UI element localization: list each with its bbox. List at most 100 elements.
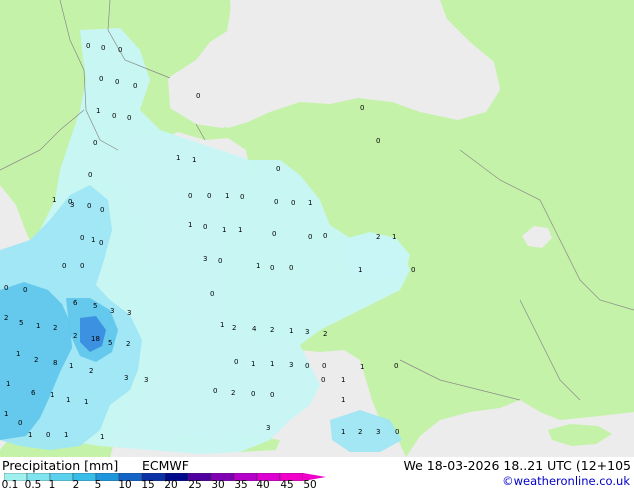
scale-tick-label: 0.5: [24, 479, 42, 491]
precip-value-label: 1: [64, 431, 68, 439]
scale-tick-label: 30: [211, 479, 225, 491]
precip-value-label: 0: [62, 262, 66, 270]
precip-value-label: 1: [341, 376, 345, 384]
precip-value-label: 1: [100, 433, 104, 441]
precip-value-label: 0: [188, 192, 192, 200]
precip-value-label: 0: [99, 75, 103, 83]
precip-value-label: 1: [66, 396, 70, 404]
precip-value-label: 1: [4, 410, 8, 418]
precip-value-label: 0: [80, 262, 84, 270]
precip-value-label: 1: [69, 362, 73, 370]
precip-value-label: 3: [305, 328, 309, 336]
precip-value-label: 1: [28, 431, 32, 439]
precip-value-label: 0: [80, 234, 84, 242]
precip-value-label: 3: [110, 307, 114, 315]
precip-value-label: 8: [53, 359, 57, 367]
credit-link[interactable]: ©weatheronline.co.uk: [502, 474, 630, 488]
precip-value-label: 1: [52, 196, 56, 204]
precip-value-label: 0: [308, 233, 312, 241]
precip-value-label: 0: [213, 387, 217, 395]
precip-value-label: 0: [93, 139, 97, 147]
precip-value-label: 2: [53, 324, 57, 332]
precip-value-label: 0: [133, 82, 137, 90]
scale-tick-label: 45: [280, 479, 294, 491]
validity-time: We 18-03-2026 18..21 UTC (12+105: [403, 458, 631, 473]
precip-value-label: 1: [360, 363, 364, 371]
precip-value-label: 0: [118, 46, 122, 54]
precip-value-label: 0: [270, 264, 274, 272]
precip-value-label: 1: [36, 322, 40, 330]
precip-value-label: 0: [305, 362, 309, 370]
precip-value-label: 5: [93, 302, 97, 310]
precip-value-label: 1: [289, 327, 293, 335]
precip-value-label: 2: [270, 326, 274, 334]
precip-value-label: 2: [126, 340, 130, 348]
precip-value-label: 0: [207, 192, 211, 200]
precip-value-label: 0: [240, 193, 244, 201]
precip-value-label: 0: [360, 104, 364, 112]
legend-title: Precipitation [mm]: [2, 458, 119, 473]
precipitation-map[interactable]: 0000000100011000130000100011011000210100…: [0, 0, 634, 457]
precip-value-label: 1: [6, 380, 10, 388]
precip-value-label: 0: [272, 230, 276, 238]
precip-value-label: 0: [127, 114, 131, 122]
precip-value-label: 1: [96, 107, 100, 115]
precip-value-label: 5: [108, 339, 112, 347]
scale-tick-label: 10: [118, 479, 132, 491]
precip-value-label: 0: [196, 92, 200, 100]
scale-tick-label: 1: [48, 479, 56, 491]
precip-value-label: 0: [112, 112, 116, 120]
precip-value-label: 1: [392, 233, 396, 241]
precip-value-label: 18: [91, 335, 100, 343]
precip-value-label: 0: [100, 206, 104, 214]
scale-ticks: 0.1 0.5 1 2 5 10 15 20 25 30 35 40 45 50: [0, 479, 330, 491]
scale-tick-label: 20: [164, 479, 178, 491]
precip-value-label: 0: [46, 431, 50, 439]
precip-value-label: 1: [50, 391, 54, 399]
precip-value-label: 1: [308, 199, 312, 207]
precip-value-label: 0: [87, 202, 91, 210]
precip-value-label: 6: [31, 389, 36, 397]
precip-value-label: 0: [274, 198, 278, 206]
precip-value-label: 4: [252, 325, 257, 333]
precip-value-label: 0: [18, 419, 22, 427]
precip-value-label: 2: [34, 356, 38, 364]
precip-value-label: 0: [203, 223, 207, 231]
precip-value-label: 3: [266, 424, 270, 432]
legend-bar: Precipitation [mm] ECMWF We 18-03-2026 1…: [0, 457, 634, 491]
precip-value-label: 0: [289, 264, 293, 272]
precip-value-label: 1: [256, 262, 260, 270]
precip-value-label: 3: [144, 376, 148, 384]
scale-tick-label: 15: [141, 479, 155, 491]
precip-value-label: 1: [222, 226, 226, 234]
value-labels-layer: 0 0 00 0 0010 001 100013 0 00 0 1 00 0 11 0 1 1 0 0 0 2 10 1 00…: [4, 42, 415, 441]
precip-value-label: 1: [91, 236, 95, 244]
precip-value-label: 0: [322, 362, 326, 370]
precip-value-label: 1: [84, 398, 88, 406]
precip-value-label: 1: [341, 428, 345, 436]
scale-tick-label: 0.1: [1, 479, 19, 491]
precip-value-label: 0: [4, 284, 8, 292]
precip-value-label: 0: [376, 137, 380, 145]
precip-value-label: 2: [4, 314, 8, 322]
precip-value-label: 0: [86, 42, 90, 50]
precip-value-label: 1: [176, 154, 180, 162]
precip-value-label: 0: [99, 239, 103, 247]
precip-value-label: 1: [238, 226, 242, 234]
precip-value-label: 0: [218, 257, 222, 265]
precip-value-label: 1: [251, 360, 255, 368]
scale-tick-label: 50: [303, 479, 317, 491]
precip-value-label: 1: [225, 192, 229, 200]
precip-value-label: 3: [289, 361, 293, 369]
precip-value-label: 6: [73, 299, 78, 307]
precip-value-label: 1: [341, 396, 345, 404]
scale-tick-label: 25: [188, 479, 202, 491]
precip-value-label: 3: [70, 201, 74, 209]
precip-value-label: 0: [23, 286, 27, 294]
scale-tick-label: 5: [94, 479, 102, 491]
precip-value-label: 0: [411, 266, 415, 274]
precip-value-label: 0: [323, 232, 327, 240]
precip-value-label: 0: [394, 362, 398, 370]
precip-value-label: 1: [16, 350, 20, 358]
precip-value-label: 0: [234, 358, 238, 366]
